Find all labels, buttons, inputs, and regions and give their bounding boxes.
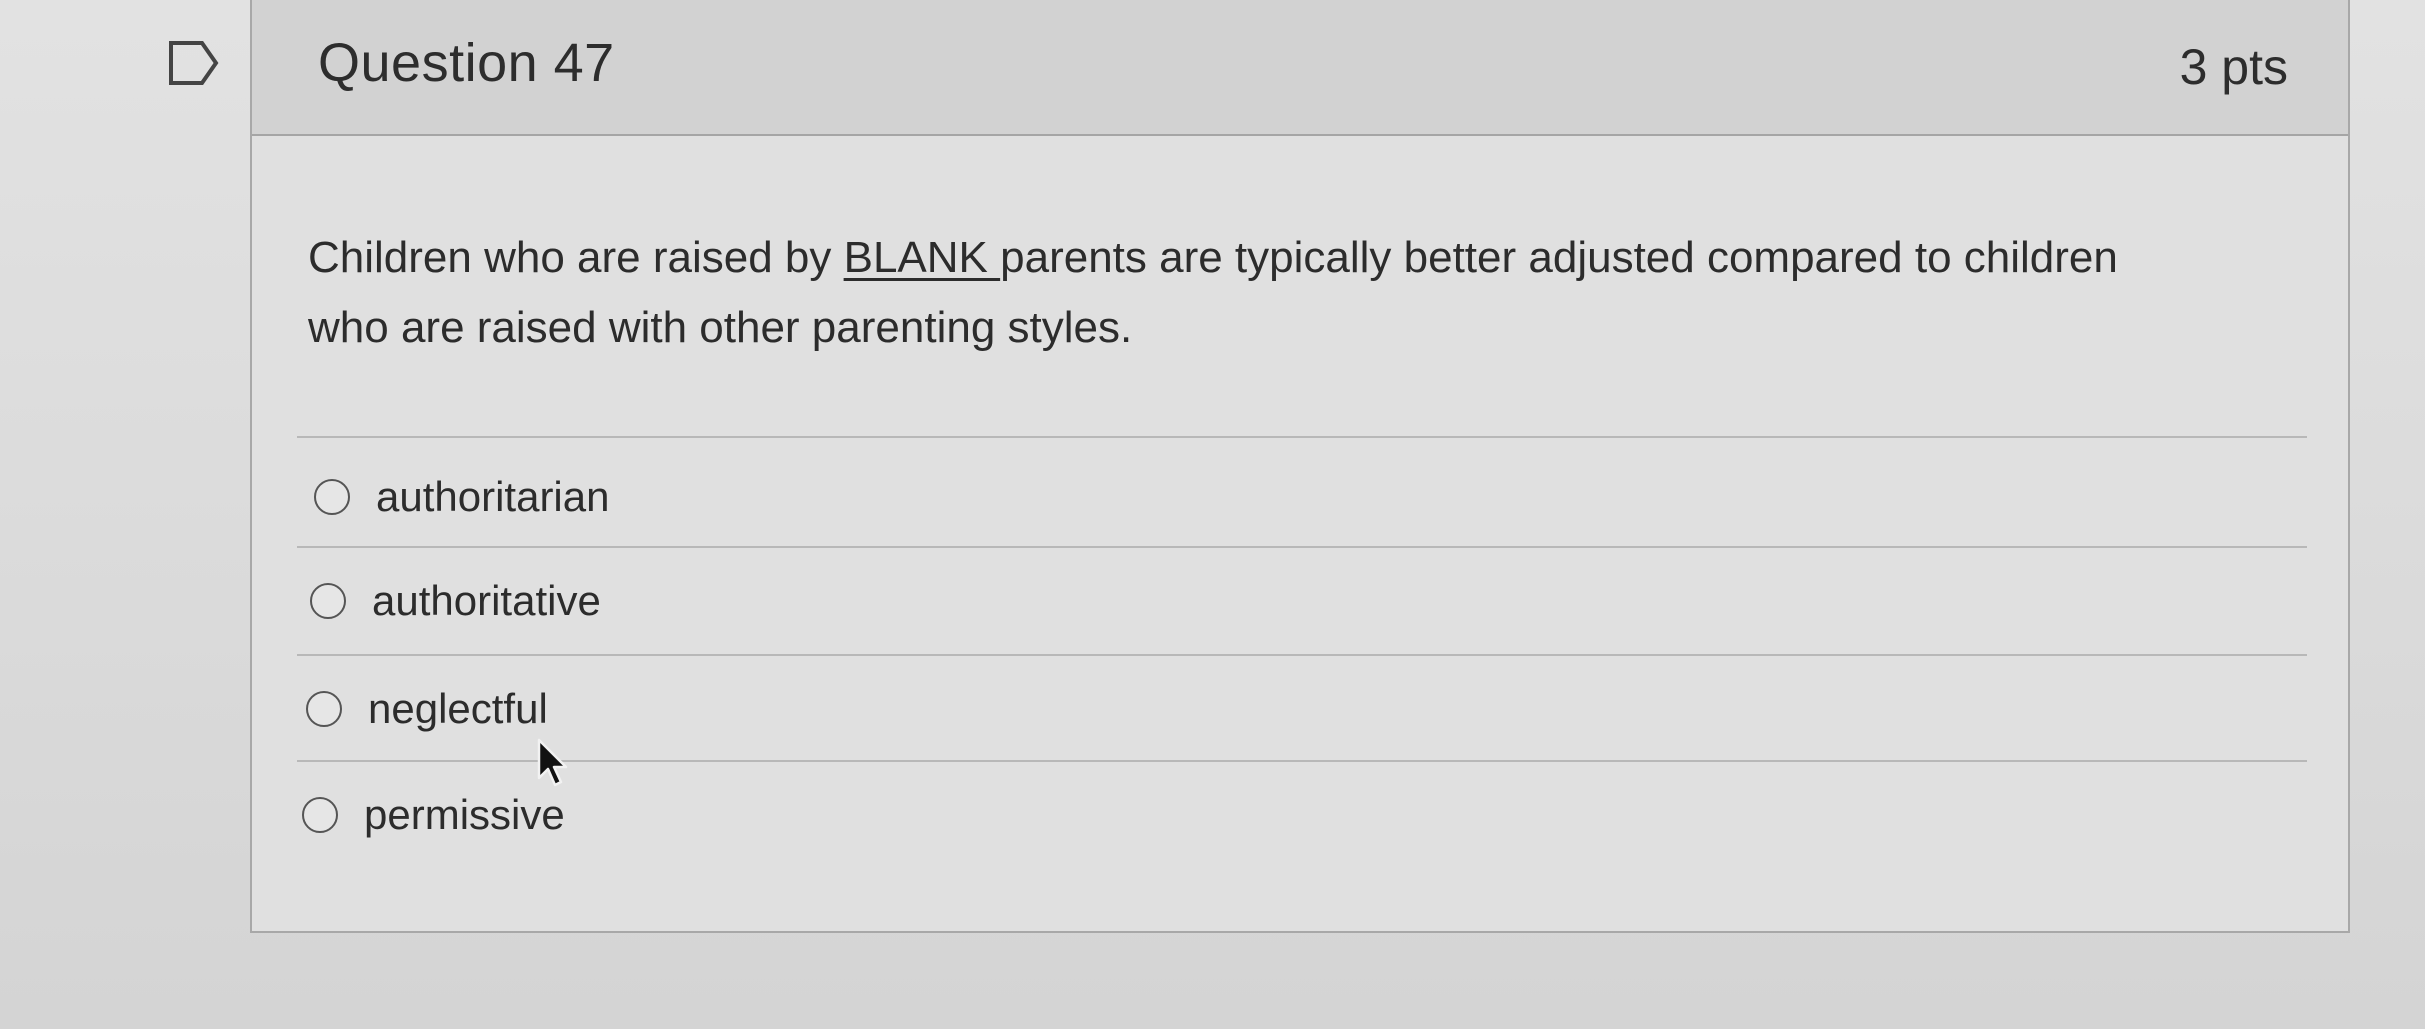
divider [297, 654, 2307, 656]
radio-button-icon[interactable] [302, 797, 338, 833]
question-blank: BLANK [843, 233, 1001, 282]
answer-label: permissive [364, 791, 565, 838]
radio-button-icon[interactable] [306, 691, 342, 727]
question-card: Question 47 3 pts Children who are raise… [250, 0, 2350, 933]
quiz-page: Question 47 3 pts Children who are raise… [0, 0, 2425, 1029]
question-header: Question 47 3 pts [252, 0, 2348, 136]
answer-label: authoritarian [376, 473, 610, 520]
answer-label: authoritative [372, 577, 601, 624]
answer-option[interactable]: authoritarian [314, 462, 609, 532]
question-points: 3 pts [2179, 39, 2288, 95]
question-text-before: Children who are raised by [308, 233, 844, 282]
answer-option[interactable]: neglectful [306, 674, 548, 744]
radio-button-icon[interactable] [314, 479, 350, 515]
mouse-pointer-icon [537, 738, 568, 787]
radio-button-icon[interactable] [310, 583, 346, 619]
answer-option[interactable]: authoritative [310, 566, 601, 636]
question-title: Question 47 [318, 33, 615, 93]
flag-question-icon[interactable] [168, 40, 220, 86]
divider [297, 760, 2307, 762]
question-text: Children who are raised by BLANK parents… [308, 223, 2208, 363]
divider [297, 546, 2307, 548]
divider [297, 436, 2307, 438]
answer-label: neglectful [368, 685, 548, 732]
answer-option[interactable]: permissive [302, 780, 565, 850]
